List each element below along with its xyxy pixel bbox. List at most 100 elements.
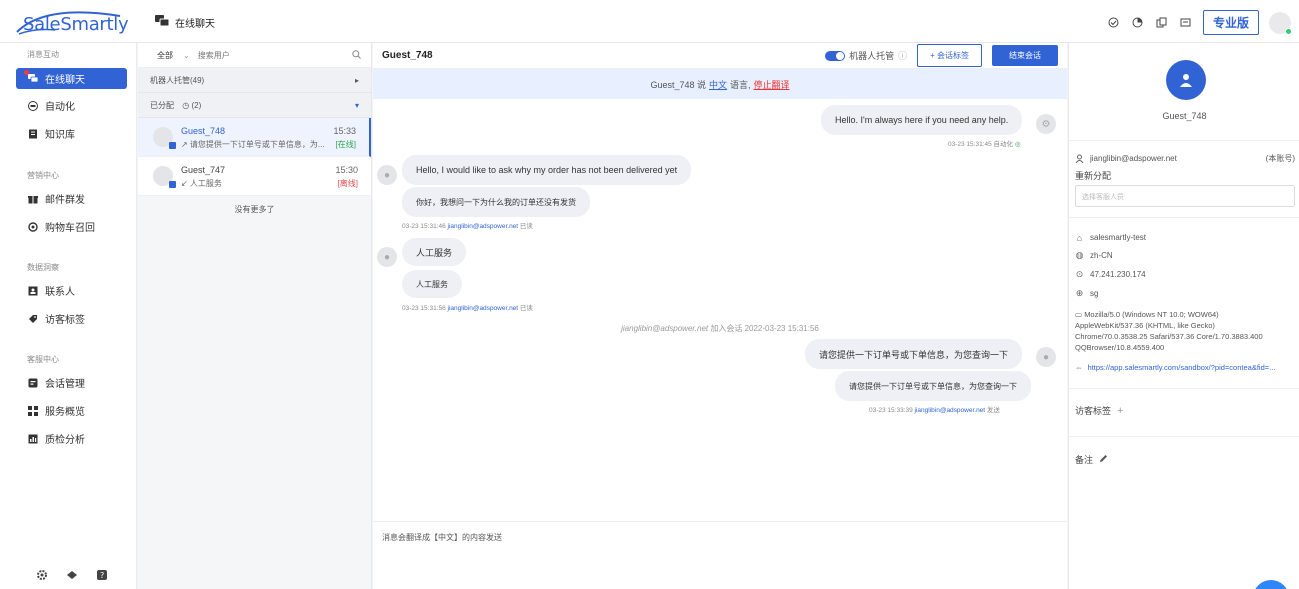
caret-right-icon: ▸ <box>354 75 359 85</box>
screen-icon[interactable] <box>1179 16 1193 30</box>
filter-select-value: 全部 <box>157 50 173 60</box>
robot-icon <box>28 100 38 111</box>
pie-chart-icon[interactable] <box>1131 16 1145 30</box>
assigned-section-label: 已分配 <box>150 100 174 110</box>
robot-section-header[interactable]: 机器人托管(49) ▸ <box>138 68 371 93</box>
message-bubble: Hello. I'm always here if you need any h… <box>821 105 1023 135</box>
gift-icon <box>28 194 38 204</box>
user-avatar[interactable] <box>1269 11 1292 35</box>
translation-bubble: 你好，我想问一下为什么我的订单还没有发货 <box>402 187 590 217</box>
sent-status: 发送 <box>986 407 1000 414</box>
chat-icon <box>28 74 38 84</box>
filter-select[interactable]: 全部 ⌄ <box>157 50 190 61</box>
add-tag-button[interactable]: + 会话标签 <box>917 44 982 67</box>
url-row[interactable]: ⇔ https://app.salesmartly.com/sandbox/?p… <box>1075 363 1275 372</box>
plan-badge[interactable]: 专业版 <box>1202 10 1259 35</box>
user-agent: ▭ Mozilla/5.0 (Windows NT 10.0; WOW64) A… <box>1075 309 1295 353</box>
message-bubble: Hello, I would like to ask why my order … <box>402 155 692 185</box>
region-value: sg <box>1090 289 1099 298</box>
nav-item-session-mgmt[interactable]: 会话管理 <box>16 372 127 393</box>
nav-label: 联系人 <box>45 287 75 298</box>
page-title: 在线聊天 <box>155 15 215 30</box>
nav-item-service-overview[interactable]: 服务概览 <box>16 400 127 421</box>
message-meta: 03-23 15:31:46 jianglibin@adspower.net 已… <box>402 220 533 230</box>
reassign-select[interactable]: 选择客服人员 <box>1075 185 1295 207</box>
search-input[interactable] <box>197 50 352 60</box>
channel-icon <box>169 181 176 188</box>
nav-item-email[interactable]: 邮件群发 <box>16 188 127 209</box>
settings-icon[interactable] <box>36 569 48 583</box>
system-note-text: 加入会话 2022-03-23 15:31:56 <box>710 324 819 333</box>
nav-item-automation[interactable]: 自动化 <box>16 95 127 116</box>
system-note: jianglibin@adspower.net 加入会话 2022-03-23 … <box>373 323 1067 334</box>
end-session-button[interactable]: 结束会话 <box>992 45 1058 66</box>
visitor-url[interactable]: https://app.salesmartly.com/sandbox/?pid… <box>1088 363 1276 372</box>
earth-icon: ⊕ <box>1075 288 1084 298</box>
reassign-label: 重新分配 <box>1075 171 1112 181</box>
conversation-time: 15:30 <box>335 165 358 175</box>
nav-label: 购物车召回 <box>45 223 95 234</box>
visitor-avatar-icon: ● <box>377 247 397 267</box>
recall-icon <box>28 221 38 232</box>
message-email: jianglibin@adspower.net <box>447 305 519 312</box>
nav-item-quality[interactable]: 质检分析 <box>16 428 127 449</box>
add-tag-plus-icon[interactable]: + <box>1117 405 1123 417</box>
nav-item-visitor-tags[interactable]: 访客标签 <box>16 308 127 329</box>
stop-translate-link[interactable]: 停止翻译 <box>754 78 790 91</box>
chat-panel: Guest_748 机器人托管 ⓘ + 会话标签 结束会话 Guest_748 … <box>373 43 1067 589</box>
visitor-name: Guest_748 <box>1162 111 1207 121</box>
globe-icon: ◍ <box>1075 250 1084 260</box>
site-value: salesmartly-test <box>1090 233 1147 242</box>
language-value: zh-CN <box>1090 251 1113 260</box>
no-more-label: 没有更多了 <box>234 205 275 214</box>
conversation-item[interactable]: Guest_747 15:30 ↙ 人工服务 [离线] <box>138 157 371 196</box>
book-icon <box>28 129 38 139</box>
visitor-tags-row: 访客标签 + <box>1075 404 1123 417</box>
session-icon <box>28 378 38 388</box>
notes-label: 备注 <box>1075 455 1094 465</box>
translate-lang-link[interactable]: 中文 <box>709 78 727 91</box>
nav-item-contacts[interactable]: 联系人 <box>16 280 127 301</box>
assignee-row: jianglibin@adspower.net (本账号) <box>1075 153 1295 164</box>
nav-label: 知识库 <box>45 130 75 141</box>
conversation-item[interactable]: Guest_748 15:33 ↗ 请您提供一下订单号或下单信息，为... [在… <box>138 118 371 157</box>
robot-toggle[interactable]: 机器人托管 ⓘ <box>825 49 907 62</box>
assigned-section-header[interactable]: 已分配 ◷ (2) ▾ <box>138 93 371 118</box>
message-time: 03-23 15:31:56 <box>402 305 446 312</box>
nav-item-knowledge[interactable]: 知识库 <box>16 123 127 144</box>
nav-label: 质检分析 <box>45 435 85 446</box>
conversation-name: Guest_747 <box>181 165 226 175</box>
svg-text:?: ? <box>100 571 104 580</box>
message-meta: 03-23 15:31:56 jianglibin@adspower.net 已… <box>402 302 533 312</box>
language-row: ◍ zh-CN <box>1075 250 1113 260</box>
salesmartly-logo[interactable]: SaleSmartly <box>15 6 129 36</box>
visitor-avatar <box>153 166 176 188</box>
message-input-area[interactable]: 消息会翻译成【中文】的内容发送 <box>373 521 1067 589</box>
help-icon[interactable]: ? <box>96 569 108 583</box>
copy-icon[interactable] <box>1155 16 1169 30</box>
broadcast-icon[interactable] <box>66 569 78 583</box>
toggle-switch[interactable] <box>825 50 846 61</box>
chevron-down-icon: ⌄ <box>183 50 190 60</box>
pencil-icon[interactable] <box>1099 454 1108 465</box>
ua-line-2: AppleWebKit/537.36 (KHTML, like Gecko) <box>1075 321 1215 330</box>
message-email: jianglibin@adspower.net <box>914 407 986 414</box>
offline-status: [离线] <box>337 179 358 188</box>
nav-item-live-chat[interactable]: 在线聊天 <box>16 68 127 89</box>
conversation-filter-bar: 全部 ⌄ <box>138 43 371 68</box>
message-time: 03-23 15:33:39 <box>869 407 913 414</box>
nav-item-cart-recovery[interactable]: 购物车召回 <box>16 216 127 237</box>
home-icon: ⌂ <box>1076 232 1083 243</box>
chat-title: Guest_748 <box>382 50 433 61</box>
visitor-tags-label: 访客标签 <box>1075 406 1112 416</box>
check-circle-icon[interactable] <box>1107 16 1121 30</box>
page-title-label: 在线聊天 <box>175 19 215 30</box>
ip-row: ⊙ 47.241.230.174 <box>1075 269 1146 279</box>
agent-avatar-icon: ● <box>1036 347 1056 367</box>
logo-text: SaleSmartly <box>23 14 129 35</box>
conversation-time: 15:33 <box>333 126 356 136</box>
search-icon[interactable] <box>352 49 361 61</box>
read-status: 已读 <box>519 223 533 230</box>
left-nav: 消息互动 在线聊天 自动化 知识库 营销中心 邮件群发 购物车召回 数据洞察 联… <box>0 43 137 589</box>
nav-label: 在线聊天 <box>45 75 85 86</box>
